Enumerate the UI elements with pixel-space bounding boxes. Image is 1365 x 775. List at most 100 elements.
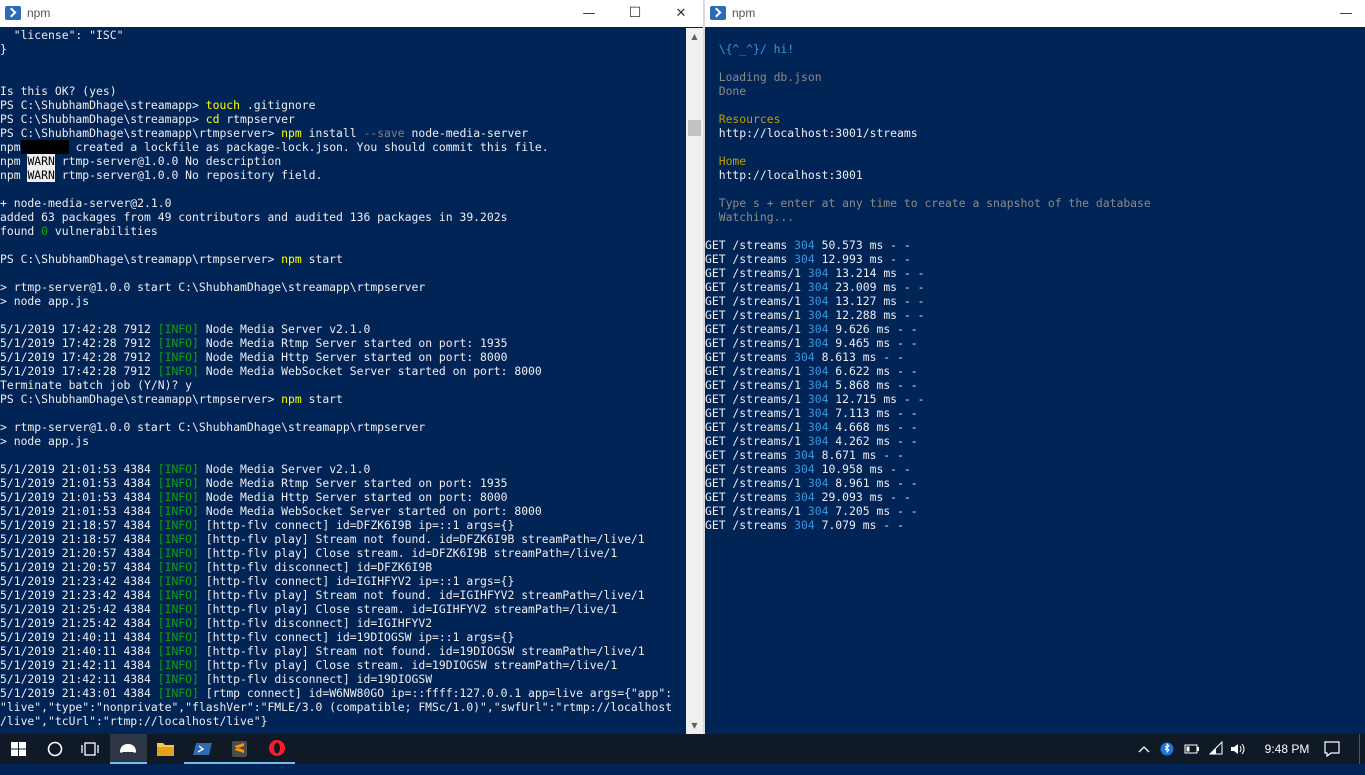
terminal-text: 4.668 ms - - (828, 420, 918, 434)
terminal-text: 5/1/2019 21:01:53 4384 (0, 504, 158, 518)
terminal-text: 304 (794, 252, 815, 266)
terminal-text: Node Media Server v2.1.0 (198, 322, 371, 336)
terminal-line: GET /streams/1 304 13.127 ms - - (705, 294, 1365, 308)
terminal-text: GET /streams (705, 462, 795, 476)
terminal-text: 10.958 ms - - (814, 462, 911, 476)
terminal-text: Resources (705, 112, 781, 126)
maximize-button[interactable]: ☐ (612, 0, 658, 27)
terminal-text: install (301, 126, 364, 140)
terminal-text: WARN (27, 154, 55, 168)
bluetooth-icon[interactable] (1160, 734, 1174, 764)
terminal-line: GET /streams 304 10.958 ms - - (705, 462, 1365, 476)
terminal-output[interactable]: \{^_^}/ hi! Loading db.json Done Resourc… (705, 28, 1365, 734)
terminal-text: [INFO] (157, 686, 199, 700)
terminal-text: [http-flv play] Close stream. id=19DIOGS… (198, 658, 618, 672)
wifi-icon[interactable] (1207, 734, 1225, 764)
terminal-line: GET /streams/1 304 4.262 ms - - (705, 434, 1365, 448)
terminal-text: npm (281, 392, 302, 406)
close-button[interactable]: ✕ (658, 0, 703, 27)
left-titlebar[interactable]: npm — ☐ ✕ (0, 0, 703, 27)
terminal-text: notice (27, 140, 69, 154)
terminal-line: http://localhost:3001 (705, 168, 1365, 182)
left-terminal-window[interactable]: npm — ☐ ✕ "license": "ISC"} Is this OK? (… (0, 0, 703, 734)
terminal-text: Node Media Http Server started on port: … (198, 350, 508, 364)
terminal-text: [INFO] (157, 350, 199, 364)
terminal-text: 8.613 ms - - (814, 350, 904, 364)
terminal-text: cd (205, 112, 220, 126)
terminal-text: [INFO] (157, 560, 199, 574)
vertical-scrollbar[interactable]: ▲ ▼ (686, 28, 703, 734)
terminal-text: 5/1/2019 21:43:01 4384 (0, 686, 158, 700)
terminal-line: GET /streams 304 8.613 ms - - (705, 350, 1365, 364)
terminal-line: 5/1/2019 21:25:42 4384 [INFO] [http-flv … (0, 616, 686, 630)
terminal-text: 5/1/2019 17:42:28 7912 (0, 336, 158, 350)
minimize-button[interactable]: — (1323, 0, 1365, 27)
terminal-text: [INFO] (157, 574, 199, 588)
terminal-text: rtmp-server@1.0.0 No repository field. (54, 168, 323, 182)
terminal-text: 23.009 ms - - (828, 280, 925, 294)
terminal-text: GET /streams (705, 448, 795, 462)
scroll-up-arrow-icon[interactable]: ▲ (686, 28, 703, 45)
terminal-text: 9.465 ms - - (828, 336, 918, 350)
terminal-text: 12.993 ms - - (814, 252, 911, 266)
terminal-line: GET /streams/1 304 5.868 ms - - (705, 378, 1365, 392)
xbox-app[interactable] (110, 734, 147, 764)
scrollbar-thumb[interactable] (688, 120, 701, 136)
terminal-text: 304 (794, 462, 815, 476)
action-center-icon[interactable] (1322, 734, 1342, 764)
terminal-text: GET /streams (705, 252, 795, 266)
terminal-text: added 63 packages from 49 contributors a… (0, 210, 508, 224)
terminal-text: npm (281, 126, 302, 140)
terminal-text: 304 (807, 476, 829, 490)
scroll-down-arrow-icon[interactable]: ▼ (686, 717, 703, 734)
terminal-text: GET /streams/1 (705, 392, 808, 406)
terminal-line: > node app.js (0, 294, 686, 308)
opera-browser[interactable] (258, 734, 295, 764)
terminal-output[interactable]: "license": "ISC"} Is this OK? (yes) PS C:\… (0, 28, 686, 734)
terminal-text: 5/1/2019 21:40:11 4384 (0, 630, 158, 644)
powershell[interactable] (184, 734, 221, 764)
terminal-text: 304 (807, 392, 829, 406)
file-explorer[interactable] (147, 734, 184, 764)
terminal-line: GET /streams/1 304 9.465 ms - - (705, 336, 1365, 350)
powershell-icon (193, 743, 212, 755)
tray-chevron-up-icon[interactable] (1137, 734, 1151, 764)
terminal-text: [INFO] (157, 462, 199, 476)
battery-icon[interactable] (1183, 734, 1201, 764)
task-view-button[interactable] (72, 734, 109, 764)
right-terminal-window[interactable]: npm — \{^_^}/ hi! Loading db.json Done R… (705, 0, 1365, 734)
minimize-button[interactable]: — (566, 0, 612, 27)
terminal-line: GET /streams 304 12.993 ms - - (705, 252, 1365, 266)
terminal-line: \{^_^}/ hi! (705, 42, 1365, 56)
right-titlebar[interactable]: npm — (705, 0, 1365, 27)
terminal-text: Is this OK? (yes) (0, 84, 117, 98)
cortana-circle-icon (47, 741, 63, 757)
volume-icon[interactable] (1229, 734, 1247, 764)
terminal-line: PS C:\ShubhamDhage\streamapp\rtmpserver>… (0, 126, 686, 140)
terminal-text: npm (0, 154, 28, 168)
clock[interactable]: 9:48 PM (1262, 734, 1312, 764)
terminal-text: PS C:\ShubhamDhage\streamapp> (0, 112, 206, 126)
terminal-text: [INFO] (157, 322, 199, 336)
terminal-text: start (301, 392, 343, 406)
terminal-text: GET /streams/1 (705, 280, 808, 294)
start-button[interactable] (0, 734, 37, 764)
terminal-line: GET /streams/1 304 12.715 ms - - (705, 392, 1365, 406)
terminal-text: GET /streams/1 (705, 420, 808, 434)
terminal-text: 304 (807, 322, 829, 336)
terminal-line: 5/1/2019 21:18:57 4384 [INFO] [http-flv … (0, 532, 686, 546)
terminal-text: Terminate batch job (Y/N)? y (0, 378, 193, 392)
cortana-button[interactable] (37, 734, 74, 764)
terminal-text: 304 (807, 420, 829, 434)
folder-icon (157, 743, 174, 756)
show-desktop-button[interactable] (1359, 734, 1365, 764)
sublime-text[interactable] (221, 734, 258, 764)
